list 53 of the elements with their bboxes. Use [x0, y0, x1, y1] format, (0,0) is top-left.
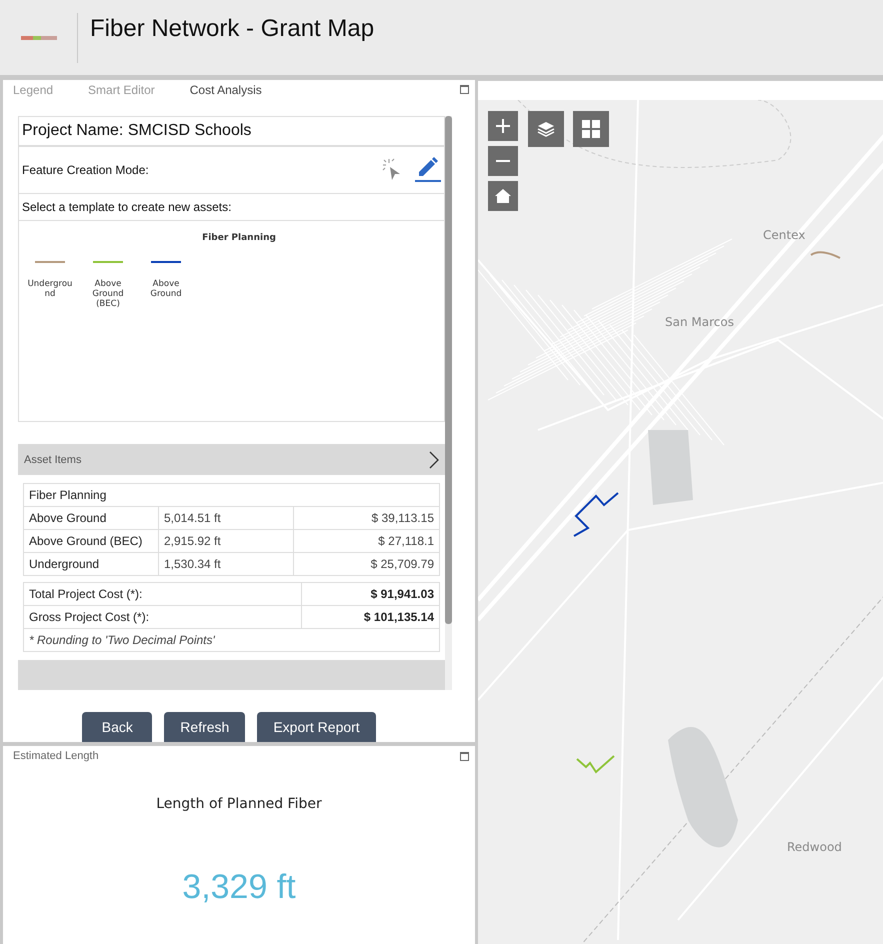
- fiber-route: [576, 755, 615, 774]
- accordion-header[interactable]: Asset Items: [18, 444, 445, 475]
- action-button[interactable]: Back: [82, 712, 152, 742]
- panel-title: Estimated Length: [12, 749, 100, 764]
- stat-value: 3,329 ft: [182, 868, 296, 907]
- place-label: Redwood: [787, 840, 842, 854]
- panel-tab[interactable]: Cost Analysis: [190, 83, 262, 100]
- plus-icon: [495, 118, 511, 134]
- table-cell: 2,915.92 ft: [158, 530, 294, 552]
- mode-label: Feature Creation Mode:: [22, 163, 149, 177]
- table-cell: 5,014.51 ft: [158, 506, 294, 530]
- action-button[interactable]: Export Report: [257, 712, 376, 742]
- table-cell: $ 25,709.79: [294, 552, 440, 576]
- template-prompt: Select a template to create new assets:: [19, 194, 444, 221]
- table-cell: $ 39,113.15: [294, 506, 440, 530]
- chevron-icon: [429, 450, 439, 468]
- template-item[interactable]: Above Ground (BEC): [85, 261, 131, 310]
- rounding-note: * Rounding to 'Two Decimal Points': [24, 628, 440, 652]
- project-name: Project Name: SMCISD Schools: [19, 117, 444, 147]
- fiber-route: [810, 251, 840, 259]
- logo-drawing: [20, 34, 56, 40]
- table-group-cell: Fiber Planning: [24, 484, 440, 506]
- table-cell: Total Project Cost (*):: [24, 582, 302, 606]
- minus-icon: [496, 160, 510, 162]
- stat-heading: Length of Planned Fiber: [156, 796, 322, 812]
- place-label: Centex: [763, 228, 806, 242]
- template-item[interactable]: Undergrou nd: [27, 261, 73, 310]
- app-title: Fiber Network - Grant Map: [90, 14, 374, 42]
- fiber-route: [574, 492, 619, 537]
- grid-icon: [582, 120, 600, 138]
- action-button[interactable]: Refresh: [164, 712, 246, 742]
- zoom-in-button[interactable]: [488, 111, 518, 141]
- table-cell: Underground: [24, 552, 158, 576]
- table-cell: $ 101,135.14: [302, 606, 440, 628]
- home-button[interactable]: [488, 181, 518, 211]
- zoom-out-button[interactable]: [488, 146, 518, 176]
- table-cell: 1,530.34 ft: [158, 552, 294, 576]
- template-item[interactable]: Above Ground: [143, 261, 189, 310]
- table-cell: $ 27,118.1: [294, 530, 440, 552]
- layers-icon: [537, 121, 555, 137]
- table-cell: Above Ground (BEC): [24, 530, 158, 552]
- layers-button[interactable]: [528, 111, 564, 147]
- home-icon: [494, 188, 512, 204]
- basemap-grid-button[interactable]: [573, 111, 609, 147]
- maximize-icon[interactable]: [460, 752, 469, 761]
- template-group-title: Fiber Planning: [201, 233, 277, 243]
- table-cell: Gross Project Cost (*):: [24, 606, 302, 628]
- pencil-icon[interactable]: [415, 157, 441, 183]
- place-label: San Marcos: [665, 315, 734, 329]
- scrollbar[interactable]: [445, 116, 452, 690]
- maximize-icon[interactable]: [460, 85, 469, 94]
- table-cell: $ 91,941.03: [302, 582, 440, 606]
- table-cell: Above Ground: [24, 506, 158, 530]
